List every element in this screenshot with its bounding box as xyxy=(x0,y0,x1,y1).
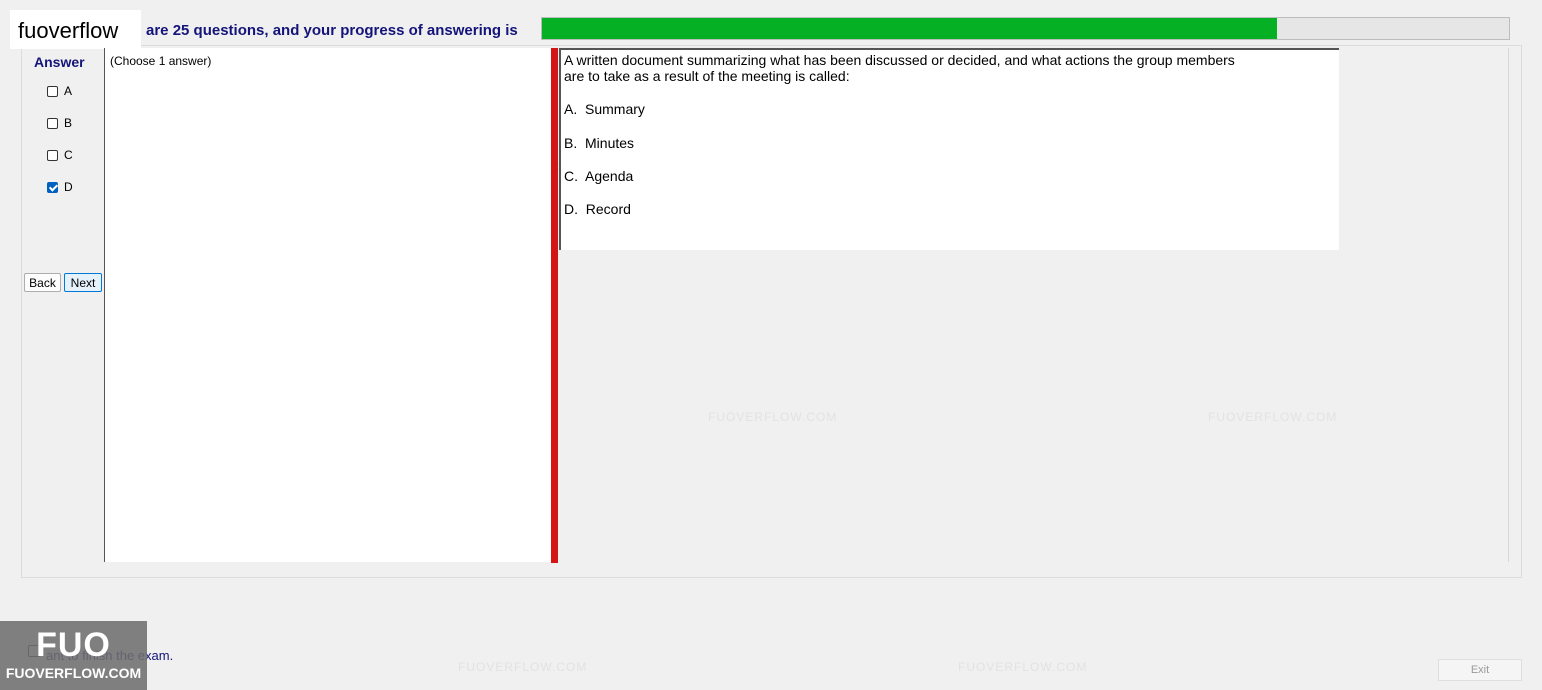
answer-option-label: B xyxy=(64,116,73,130)
choose-answer-panel xyxy=(104,48,552,562)
answer-option-b[interactable]: B xyxy=(47,116,72,130)
checkbox-icon[interactable] xyxy=(47,85,58,97)
question-text: A written document summarizing what has … xyxy=(564,52,1304,84)
answer-option-a[interactable]: A xyxy=(47,84,72,98)
answer-option-c[interactable]: C xyxy=(47,148,73,162)
progress-bar-fill xyxy=(542,18,1277,39)
logo-mark: FUO xyxy=(36,626,111,664)
watermark-text: FUOVERFLOW.COM xyxy=(958,660,1088,674)
question-line: A written document summarizing what has … xyxy=(564,52,1235,68)
question-choice-b: B. Minutes xyxy=(564,135,635,151)
right-area xyxy=(1339,48,1509,562)
question-choice-c: C. Agenda xyxy=(564,168,634,184)
checkbox-icon[interactable] xyxy=(47,117,58,129)
answer-option-d[interactable]: D xyxy=(47,180,73,194)
checkbox-icon[interactable] xyxy=(47,149,58,161)
choose-instruction: (Choose 1 answer) xyxy=(110,54,212,68)
answer-option-label: D xyxy=(64,180,73,194)
watermark-text: FUOVERFLOW.COM xyxy=(458,660,588,674)
question-line: are to take as a result of the meeting i… xyxy=(564,68,850,84)
progress-header-text: are 25 questions, and your progress of a… xyxy=(146,22,518,39)
question-choice-a: A. Summary xyxy=(564,101,645,117)
checkbox-checked-icon[interactable] xyxy=(47,181,58,193)
question-choice-d: D. Record xyxy=(564,201,631,217)
fuoverflow-logo: FUO FUOVERFLOW.COM xyxy=(0,621,147,690)
panel-splitter[interactable] xyxy=(551,48,558,563)
progress-bar xyxy=(541,17,1510,40)
back-button[interactable]: Back xyxy=(24,273,61,292)
answer-title: Answer xyxy=(34,54,85,70)
answer-option-label: C xyxy=(64,148,73,162)
brand-label: fuoverflow xyxy=(10,10,141,49)
answer-option-label: A xyxy=(64,84,73,98)
exit-button[interactable]: Exit xyxy=(1438,659,1522,681)
logo-text: FUOVERFLOW.COM xyxy=(5,665,142,681)
next-button[interactable]: Next xyxy=(64,273,102,292)
